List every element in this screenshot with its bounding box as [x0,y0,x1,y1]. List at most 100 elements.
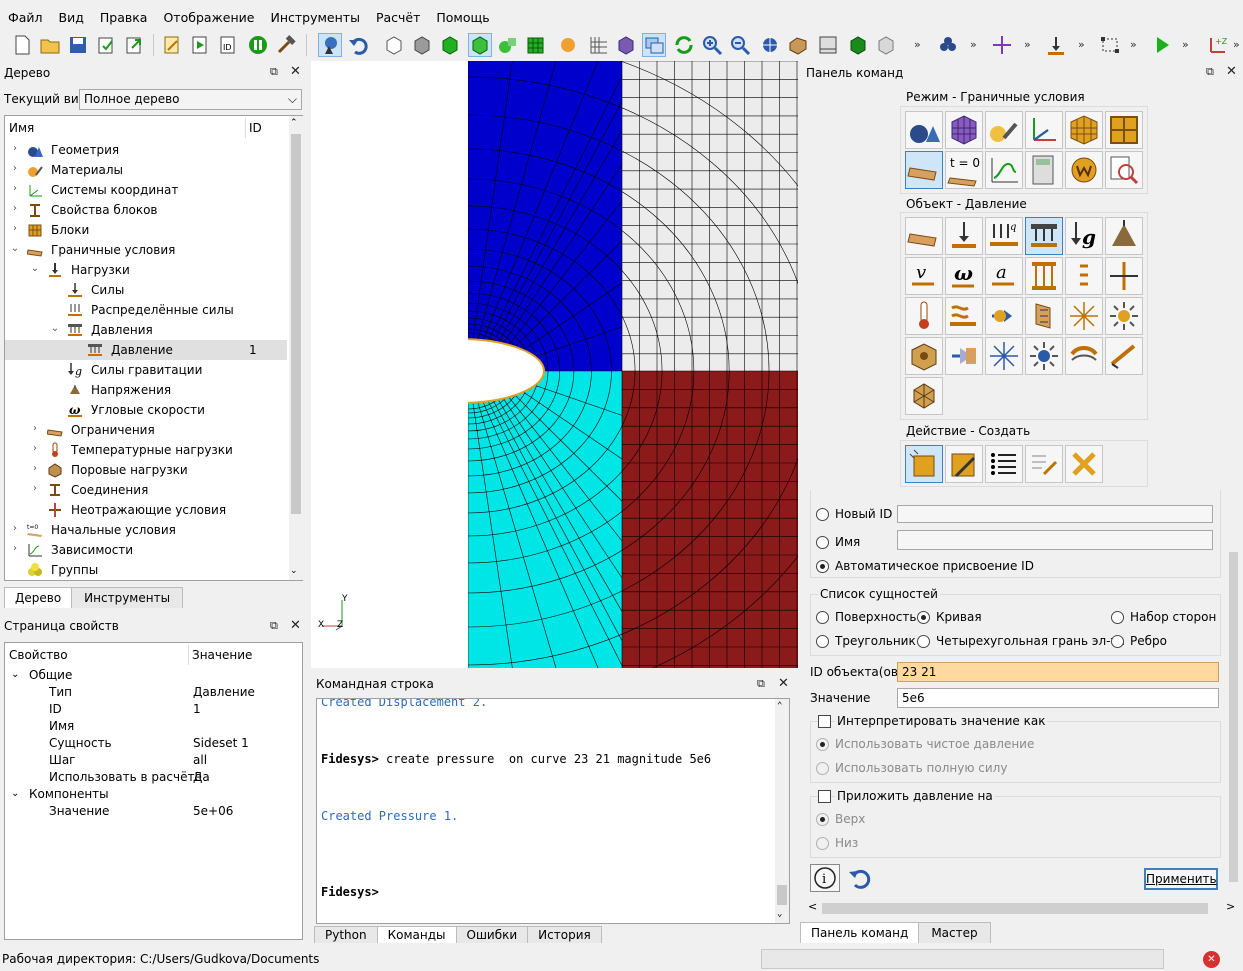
cmd-scroll-thumb[interactable] [777,885,787,905]
play-script-icon[interactable] [188,33,212,57]
entity-quadface-radio[interactable] [917,635,930,648]
obj-star2-icon[interactable] [1025,337,1063,375]
entity-curve-radio[interactable] [917,611,930,624]
viewport[interactable]: Y X Z [311,34,864,708]
surface-cube-icon[interactable] [438,33,462,57]
chevron-down-icon[interactable]: ⌄ [29,263,41,274]
chevron-down-icon[interactable]: ⌄ [9,243,21,254]
entity-triangle-radio[interactable] [816,635,829,648]
mode-calc-icon[interactable] [1025,151,1063,189]
id-icon[interactable]: ID [216,33,240,57]
chevron-right-icon[interactable]: › [9,203,21,214]
chevron-right-icon[interactable]: › [29,443,41,454]
tab-command-panel[interactable]: Панель команд [800,922,920,943]
wood-block-icon[interactable] [786,33,810,57]
tree-item[interactable]: › Свойства блоков [5,200,287,220]
tree-item[interactable]: ⌄ Граничные условия [5,240,287,260]
tree-panel-close-icon[interactable]: ✕ [290,64,301,79]
pause-icon[interactable] [246,33,270,57]
cmd-float-icon[interactable]: ⧉ [757,677,765,691]
chevron-right-icon[interactable]: › [29,463,41,474]
mesh-view[interactable] [311,34,864,708]
prop-row[interactable]: ⌄ Компоненты [5,786,301,803]
right-float-icon[interactable]: ⧉ [1206,65,1214,79]
action-create-icon[interactable] [905,445,943,483]
chevron-right-icon[interactable]: › [29,423,41,434]
obj-gravity-icon[interactable]: g [1065,217,1103,255]
tree-item[interactable]: › t=0 Начальные условия [5,520,287,540]
chevron-right-icon[interactable]: › [29,483,41,494]
mesh-cube-icon[interactable] [524,33,548,57]
tree-item[interactable]: › Зависимости [5,540,287,560]
obj-angular-icon[interactable]: ω [945,257,983,295]
chevron-down-icon[interactable]: ⌄ [11,669,19,680]
tree-item[interactable]: Группы [5,560,287,580]
crosshair-icon[interactable] [990,33,1014,57]
mode-bc-icon[interactable] [905,151,943,189]
menu-help[interactable]: Помощь [428,8,497,27]
prop-row[interactable]: Имя [5,718,301,735]
name-field[interactable] [897,530,1213,550]
tab-errors[interactable]: Ошибки [455,926,529,943]
chevron-right-icon[interactable]: › [9,163,21,174]
block-red[interactable] [622,371,798,668]
obj-check-icon[interactable] [1105,337,1143,375]
action-edit-icon[interactable] [1025,445,1063,483]
menu-file[interactable]: Файл [0,8,51,27]
cmd-output[interactable]: Created Displacement 2. Fidesys> create p… [316,698,790,924]
menu-view[interactable]: Вид [51,8,92,27]
use-total-radio[interactable] [816,762,829,775]
menu-edit[interactable]: Правка [92,8,156,27]
action-delete-icon[interactable] [1065,445,1103,483]
tab-tools[interactable]: Инструменты [71,587,184,608]
obj-force-icon[interactable] [945,217,983,255]
cmd-scrollbar[interactable]: ⌃ ⌄ [775,699,789,923]
right-hscroll-thumb[interactable] [822,903,1208,914]
prop-row[interactable]: Использовать в расчёте Да [5,769,301,786]
chevron-right-icon[interactable]: › [9,223,21,234]
chevron-down-icon[interactable]: ⌄ [11,788,19,799]
tree-item[interactable]: › Геометрия [5,140,287,160]
prop-row[interactable]: Значение 5e+06 [5,803,301,820]
mode-wave-icon[interactable] [1065,151,1103,189]
menu-tools[interactable]: Инструменты [262,8,367,27]
scroll-up-icon[interactable]: ⌃ [290,118,298,128]
entity-surface-radio[interactable] [816,611,829,624]
new-file-icon[interactable] [10,33,34,57]
tree-item[interactable]: Давление 1 [5,340,287,360]
fit-view-icon[interactable] [758,33,782,57]
prop-row[interactable]: ID 1 [5,701,301,718]
obj-wave-icon[interactable] [1065,337,1103,375]
interpret-checkbox[interactable] [818,715,831,728]
mesh-groups-icon[interactable] [936,33,960,57]
obj-stress-icon[interactable] [1105,217,1143,255]
obj-cluster-icon[interactable] [905,377,943,415]
prop-row[interactable]: Сущность Sideset 1 [5,735,301,752]
mode-material-icon[interactable] [985,111,1023,149]
obj-star-icon[interactable] [985,337,1023,375]
tree-item[interactable]: › Поровые нагрузки [5,460,287,480]
green-block-icon[interactable] [846,33,870,57]
obj-bolt-icon[interactable] [1105,257,1143,295]
bottom-radio[interactable] [816,837,829,850]
mode-function-icon[interactable] [985,151,1023,189]
mode-geometry-icon[interactable] [905,111,943,149]
node-icon[interactable] [556,33,580,57]
hole-mask[interactable] [311,331,468,411]
tree-scroll-thumb[interactable] [291,134,301,514]
chevron-right-icon[interactable]: › [9,143,21,154]
mode-initial-icon[interactable]: t = 0 [945,151,983,189]
value-field[interactable]: 5e6 [897,688,1219,708]
zoom-out-icon[interactable] [728,33,752,57]
mode-mesh-icon[interactable] [945,111,983,149]
props-float-icon[interactable]: ⧉ [270,619,278,633]
solid-cube-icon[interactable] [468,33,492,57]
axes-grid-icon[interactable] [586,33,610,57]
wireframe-cube-icon[interactable] [382,33,406,57]
scroll-down-icon[interactable]: ⌄ [290,566,298,576]
purple-cube-icon[interactable] [614,33,638,57]
shapes-icon[interactable] [496,33,520,57]
open-folder-icon[interactable] [38,33,62,57]
tree-item[interactable]: › Соединения [5,480,287,500]
name-radio[interactable] [816,536,829,549]
